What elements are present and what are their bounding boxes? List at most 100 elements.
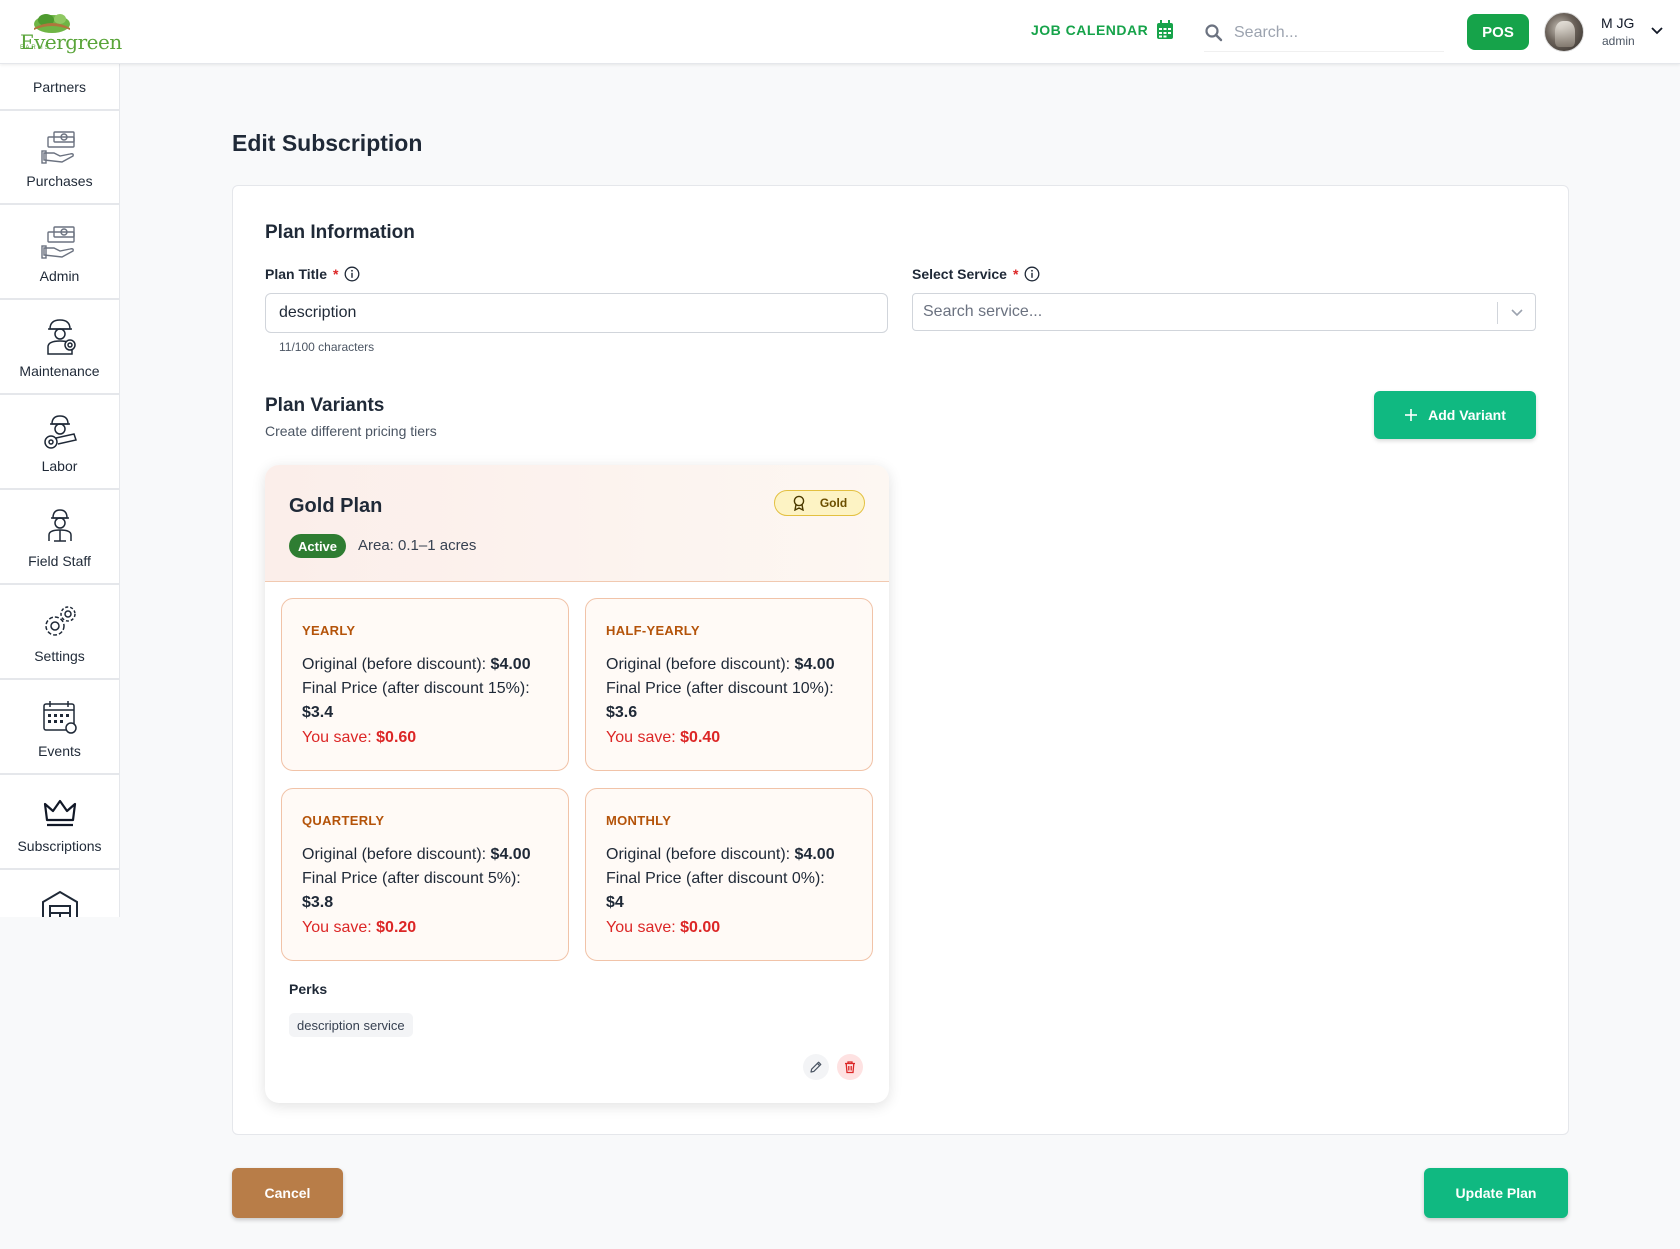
save-label: You save: [606, 729, 676, 746]
sidebar-item-label: Admin [39, 268, 80, 284]
sidebar-item-partners[interactable]: Partners [0, 64, 119, 111]
price-box-half-yearly: HALF-YEARLY Original (before discount): … [585, 598, 873, 771]
service-select-placeholder: Search service... [923, 303, 1043, 320]
plus-icon [1405, 409, 1418, 421]
variant-card-header: Gold Plan Gold Active Area: 0.1–1 acres [265, 465, 889, 582]
medal-icon [793, 495, 805, 511]
final-price-value: $3.6 [606, 704, 638, 721]
sidebar-item-warehouse[interactable] [0, 872, 119, 917]
variant-card: Gold Plan Gold Active Area: 0.1–1 acres … [265, 465, 889, 1103]
original-price-line: Original (before discount): $4.00 [606, 656, 835, 674]
warehouse-icon [41, 890, 78, 917]
original-price-label: Original (before discount): [302, 846, 487, 863]
sidebar-item-label: Subscriptions [17, 838, 102, 854]
final-price-label: Final Price (after discount 15%): [302, 680, 530, 697]
tier-badge-label: Gold [819, 496, 848, 510]
required-mark: * [332, 266, 339, 282]
select-service-label-text: Select Service [912, 266, 1007, 282]
user-role: admin [1602, 34, 1635, 48]
search-input[interactable] [1234, 23, 1434, 42]
service-select[interactable]: Search service... [912, 293, 1536, 331]
chevron-down-icon[interactable] [1509, 308, 1525, 318]
variant-area: Area: 0.1–1 acres [358, 537, 477, 554]
crown-icon [43, 799, 76, 827]
char-count: 11/100 characters [279, 340, 375, 354]
final-price-line: $3.8 [302, 894, 333, 912]
sidebar-item-label: Labor [41, 458, 78, 474]
purchases-icon [40, 131, 75, 164]
sidebar-item-maintenance[interactable]: Maintenance [0, 302, 119, 395]
final-price-value: $4 [606, 894, 624, 911]
save-value: $0.40 [680, 729, 721, 746]
price-period: HALF-YEARLY [606, 623, 700, 638]
add-variant-button[interactable]: Add Variant [1374, 391, 1536, 439]
final-price-value: $3.4 [302, 704, 334, 721]
sidebar: Partners Purchases Admin Maintenance Lab… [0, 64, 120, 917]
chevron-down-icon[interactable] [1650, 26, 1664, 36]
price-period: QUARTERLY [302, 813, 385, 828]
search-icon [1205, 23, 1223, 41]
price-box-yearly: YEARLY Original (before discount): $4.00… [281, 598, 569, 771]
original-price-value: $4.00 [794, 656, 835, 673]
status-badge: Active [289, 534, 347, 558]
settings-icon [44, 606, 76, 636]
variant-name: Gold Plan [289, 495, 383, 517]
delete-variant-button[interactable] [837, 1054, 863, 1080]
price-period: YEARLY [302, 623, 356, 638]
sidebar-item-admin[interactable]: Admin [0, 207, 119, 300]
original-price-line: Original (before discount): $4.00 [302, 846, 531, 864]
add-variant-label: Add Variant [1428, 407, 1506, 423]
info-icon[interactable] [1024, 266, 1040, 282]
update-plan-button[interactable]: Update Plan [1424, 1168, 1568, 1218]
sidebar-item-settings[interactable]: Settings [0, 587, 119, 680]
sidebar-item-events[interactable]: Events [0, 682, 119, 775]
save-value: $0.60 [376, 729, 417, 746]
plan-title-input[interactable]: description [265, 293, 888, 333]
user-name[interactable]: M JG [1601, 15, 1634, 31]
sidebar-item-labor[interactable]: Labor [0, 397, 119, 490]
events-icon [42, 701, 77, 734]
original-price-value: $4.00 [490, 846, 531, 863]
final-price-label: Final Price (after discount 10%): [606, 680, 834, 697]
final-price-label: Final Price (after discount 0%): [606, 870, 825, 887]
final-price-line: $3.6 [606, 704, 637, 722]
save-label: You save: [302, 919, 372, 936]
sidebar-item-purchases[interactable]: Purchases [0, 112, 119, 205]
plan-title-label-text: Plan Title [265, 266, 327, 282]
job-calendar-link[interactable]: JOB CALENDAR [1031, 20, 1174, 40]
original-price-value: $4.00 [490, 656, 531, 673]
sidebar-item-label: Settings [34, 648, 85, 664]
original-price-line: Original (before discount): $4.00 [302, 656, 531, 674]
brand-sub: FARMS [20, 45, 51, 51]
maintenance-icon [46, 319, 76, 355]
field-staff-icon [47, 509, 72, 542]
labor-icon [43, 415, 77, 449]
page-title: Edit Subscription [232, 130, 423, 156]
edit-variant-button[interactable] [803, 1054, 829, 1080]
save-value: $0.20 [376, 919, 417, 936]
trash-icon [845, 1061, 855, 1074]
final-price-label: Final Price (after discount 5%): [302, 870, 521, 887]
original-price-value: $4.00 [794, 846, 835, 863]
original-price-label: Original (before discount): [606, 656, 791, 673]
avatar[interactable] [1544, 12, 1584, 52]
plan-variants-subtitle: Create different pricing tiers [265, 423, 437, 439]
price-period: MONTHLY [606, 813, 672, 828]
sidebar-item-subscriptions[interactable]: Subscriptions [0, 777, 119, 870]
final-price-line: $4 [606, 894, 624, 912]
perks-label: Perks [289, 981, 328, 997]
plan-variants-heading: Plan Variants [265, 395, 385, 416]
perk-chip: description service [289, 1013, 413, 1037]
select-divider [1497, 302, 1498, 324]
original-price-label: Original (before discount): [606, 846, 791, 863]
sidebar-item-field-staff[interactable]: Field Staff [0, 492, 119, 585]
info-icon[interactable] [344, 266, 360, 282]
brand-logo[interactable]: Evergreen FARMS [16, 10, 122, 56]
calendar-icon [1157, 20, 1174, 39]
pos-button[interactable]: POS [1467, 14, 1529, 50]
sidebar-item-label: Partners [33, 79, 86, 95]
global-search [1204, 14, 1444, 52]
cancel-button[interactable]: Cancel [232, 1168, 343, 1218]
plan-information-heading: Plan Information [265, 222, 415, 243]
save-value: $0.00 [680, 919, 721, 936]
